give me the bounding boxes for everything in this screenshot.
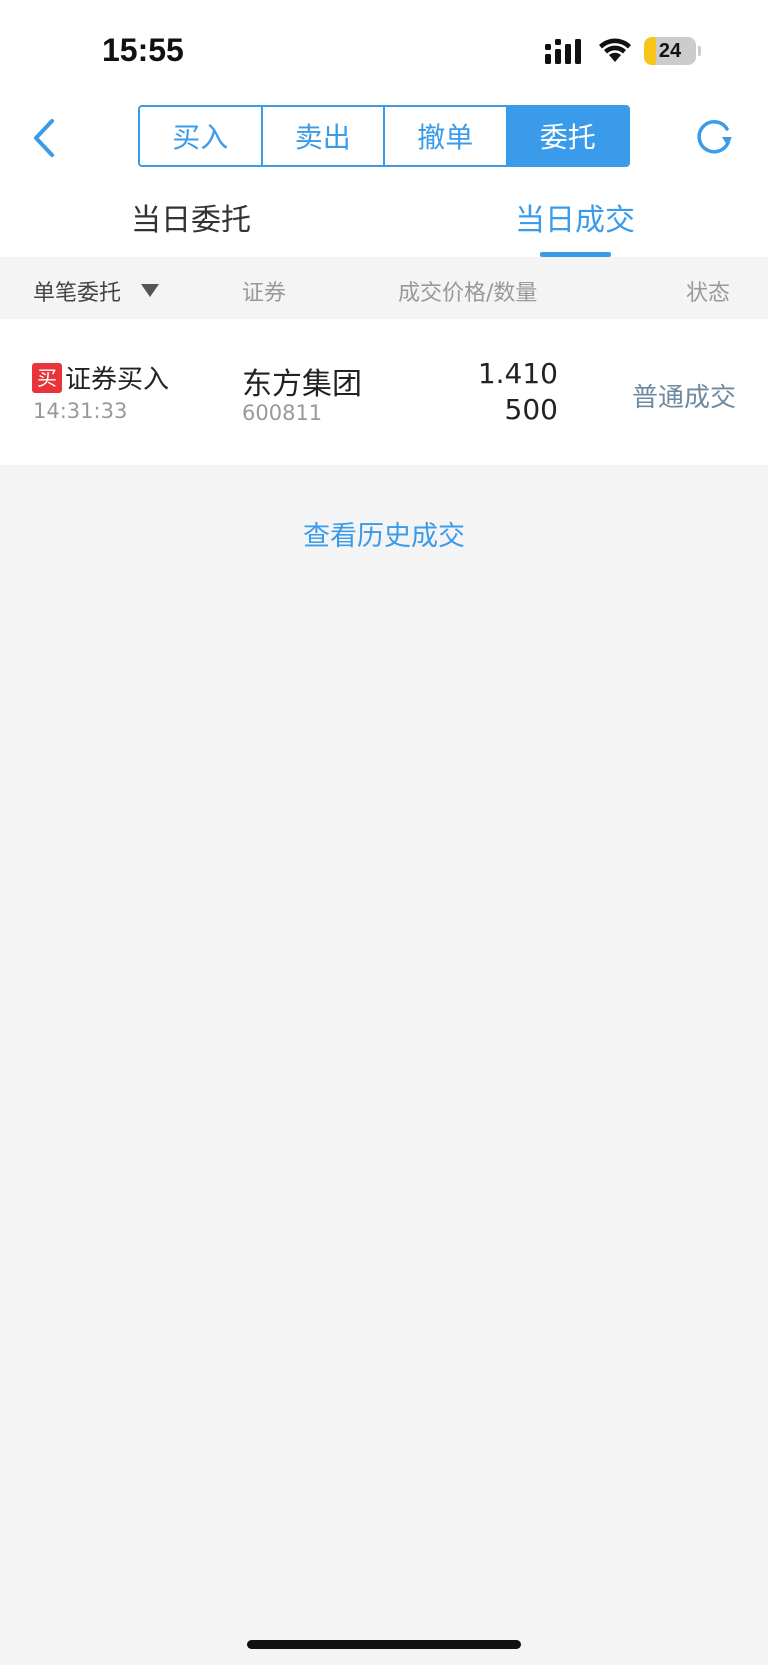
tab-today-deals[interactable]: 当日成交 <box>515 195 635 239</box>
header-price-quantity: 成交价格/数量 <box>398 281 538 306</box>
operation-label: 证券买入 <box>65 365 170 395</box>
trade-segmented-control: 买入 卖出 撤单 委托 <box>138 105 630 167</box>
header-status: 状态 <box>686 281 731 306</box>
segment-orders[interactable]: 委托 <box>507 107 628 165</box>
tab-today-orders[interactable]: 当日委托 <box>131 195 251 239</box>
table-row[interactable]: 买 证券买入 14:31:33 东方集团 600811 1.410 500 普通… <box>0 319 768 465</box>
triangle-down-icon[interactable] <box>141 284 159 297</box>
status-bar: 15:55 24 <box>0 0 768 95</box>
battery-icon: 24 <box>644 37 701 65</box>
deal-quantity: 500 <box>504 393 558 426</box>
segment-buy[interactable]: 买入 <box>140 107 263 165</box>
nav-header: 买入 卖出 撤单 委托 <box>0 95 768 185</box>
battery-level: 24 <box>658 40 682 62</box>
view-history-link[interactable]: 查看历史成交 <box>0 514 768 553</box>
deal-price: 1.410 <box>477 357 558 390</box>
header-security: 证券 <box>242 281 287 306</box>
app-screen: 15:55 24 买入 卖出 撤单 委托 当日委托 当日成交 单笔委托 证券 成… <box>0 0 768 1665</box>
battery-body: 24 <box>644 37 696 65</box>
segment-cancel[interactable]: 撤单 <box>385 107 508 165</box>
header-single-order-filter[interactable]: 单笔委托 <box>33 275 121 307</box>
signal-icon <box>545 39 581 64</box>
security-name: 东方集团 <box>242 367 362 402</box>
operation-time: 14:31:33 <box>33 399 128 423</box>
wifi-icon <box>599 38 631 62</box>
buy-badge: 买 <box>32 363 62 393</box>
battery-tip <box>698 46 701 56</box>
refresh-icon[interactable] <box>694 115 734 155</box>
security-code: 600811 <box>242 401 323 425</box>
status-time: 15:55 <box>102 32 184 68</box>
home-indicator[interactable] <box>247 1640 521 1649</box>
subtabs: 当日委托 当日成交 <box>0 185 768 257</box>
table-header: 单笔委托 证券 成交价格/数量 状态 <box>0 257 768 319</box>
chevron-left-icon[interactable] <box>28 113 64 163</box>
deal-status: 普通成交 <box>631 383 736 413</box>
segment-sell[interactable]: 卖出 <box>263 107 385 165</box>
